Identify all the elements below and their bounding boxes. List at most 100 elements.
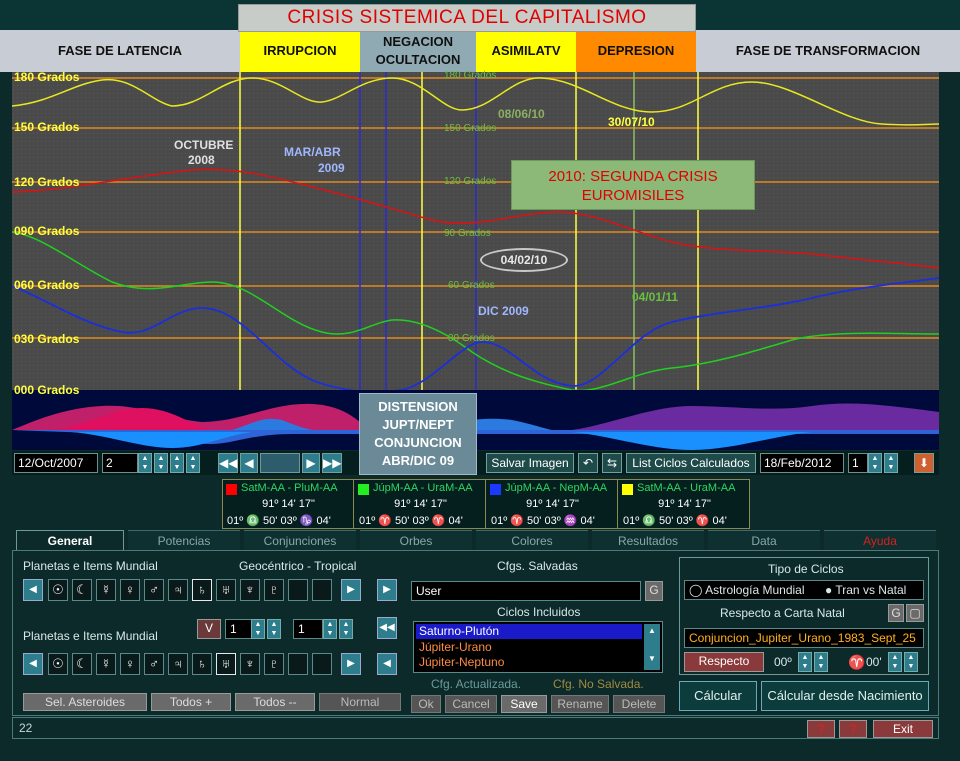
calcular-nacimiento-button[interactable]: Cálcular desde Nacimiento <box>761 681 929 711</box>
save-image-button[interactable]: Salvar Imagen <box>486 453 574 473</box>
forward-fast-icon[interactable]: ▶▶ <box>322 453 342 473</box>
radio-astrologia[interactable]: ◯ Astrología Mundial <box>689 583 805 597</box>
step-spinner-3[interactable]: ▲ ▼ <box>170 453 184 473</box>
end-date-field[interactable]: 18/Feb/2012 <box>760 453 844 473</box>
jupiter-icon[interactable]: ♃ <box>168 579 188 601</box>
exit-button[interactable]: Exit <box>873 720 933 738</box>
mercury-icon[interactable]: ☿ <box>96 579 116 601</box>
list-item[interactable]: Júpiter-Urano <box>416 640 642 655</box>
mars-icon[interactable]: ♂ <box>144 653 164 675</box>
jupiter-icon[interactable]: ♃ <box>168 653 188 675</box>
todos-minus-button[interactable]: Todos -- <box>235 693 315 711</box>
planets2-right-arrow[interactable]: ▶ <box>341 653 361 675</box>
spin1-b[interactable]: ▲ ▼ <box>267 619 281 639</box>
spin1-field[interactable]: 1 <box>225 619 253 639</box>
mercury-icon[interactable]: ☿ <box>96 653 116 675</box>
move-right-arrow[interactable]: ▶ <box>377 579 397 601</box>
tab-colores[interactable]: Colores <box>476 530 588 550</box>
step-spinner-1[interactable]: ▲ ▼ <box>138 453 152 473</box>
cfg-updated-label: Cfg. Actualizada. <box>431 677 522 691</box>
move-left-arrow[interactable]: ◀ <box>377 653 397 675</box>
start-date-field[interactable]: 12/Oct/2007 <box>14 453 98 473</box>
pluto-icon[interactable]: ♇ <box>264 653 284 675</box>
v-button[interactable]: V <box>197 619 221 639</box>
saturn-icon[interactable]: ♄ <box>192 653 212 675</box>
rewind-arrow[interactable]: ◀◀ <box>377 617 397 639</box>
list-scrollbar[interactable]: ▲ ▼ <box>644 624 660 670</box>
mars-icon[interactable]: ♂ <box>144 579 164 601</box>
window-icon[interactable]: ▢ <box>906 604 924 622</box>
list-item[interactable]: Júpiter-Neptuno <box>416 655 642 670</box>
radio-tran[interactable]: ● Tran vs Natal <box>825 583 906 597</box>
neptune-icon[interactable]: ♆ <box>240 579 260 601</box>
down-arrow-icon[interactable]: ⬇ <box>914 453 934 473</box>
cancel-button[interactable]: Cancel <box>445 695 497 713</box>
cfg-g-button[interactable]: G <box>645 581 663 601</box>
help-button-2[interactable]: ? <box>839 720 867 738</box>
cycles-listbox[interactable]: Saturno-Plutón Júpiter-Urano Júpiter-Nep… <box>413 621 663 673</box>
saturn-icon[interactable]: ♄ <box>192 579 212 601</box>
count-field[interactable]: 1 <box>848 453 868 473</box>
count-spinner-2[interactable]: ▲ ▼ <box>884 453 898 473</box>
empty-slot-icon[interactable] <box>288 653 308 675</box>
rewind-fast-icon[interactable]: ◀◀ <box>218 453 238 473</box>
sun-icon[interactable]: ☉ <box>48 653 68 675</box>
spin2-b[interactable]: ▲ ▼ <box>339 619 353 639</box>
respecto-button[interactable]: Respecto <box>684 652 764 672</box>
deg1-spin-b[interactable]: ▲ ▼ <box>814 652 828 672</box>
empty-slot-icon[interactable] <box>312 653 332 675</box>
tipo-g-button[interactable]: G <box>888 604 904 622</box>
moon-icon[interactable]: ☾ <box>72 579 92 601</box>
deg2-spin-b[interactable]: ▲ ▼ <box>904 652 918 672</box>
todos-plus-button[interactable]: Todos + <box>151 693 231 711</box>
step-field[interactable]: 2 <box>102 453 138 473</box>
moon-icon[interactable]: ☾ <box>72 653 92 675</box>
radio-astrologia-label: Astrología Mundial <box>705 583 805 597</box>
neptune-icon[interactable]: ♆ <box>240 653 260 675</box>
forward-icon[interactable]: ▶ <box>302 453 320 473</box>
undo-icon[interactable]: ↶ <box>578 453 598 473</box>
step-spinner-4[interactable]: ▲ ▼ <box>186 453 200 473</box>
list-item[interactable]: Saturno-Plutón <box>416 624 642 639</box>
tab-potencias[interactable]: Potencias <box>128 530 240 550</box>
tab-ayuda[interactable]: Ayuda <box>824 530 936 550</box>
tab-conjunciones[interactable]: Conjunciones <box>244 530 356 550</box>
deg1-spin-a[interactable]: ▲ ▼ <box>798 652 812 672</box>
uranus-icon[interactable]: ♅ <box>216 653 236 675</box>
planets-right-arrow[interactable]: ▶ <box>341 579 361 601</box>
rewind-icon[interactable]: ◀ <box>240 453 258 473</box>
uranus-icon[interactable]: ♅ <box>216 579 236 601</box>
distension-line-3: CONJUNCION <box>374 435 462 450</box>
help-button-1[interactable]: ? <box>807 720 835 738</box>
count-spinner-1[interactable]: ▲ ▼ <box>868 453 882 473</box>
empty-slot-icon[interactable] <box>288 579 308 601</box>
ok-button[interactable]: Ok <box>411 695 441 713</box>
spin2-a[interactable]: ▲ ▼ <box>323 619 337 639</box>
delete-button[interactable]: Delete <box>613 695 665 713</box>
deg2-spin-a[interactable]: ▲ ▼ <box>888 652 902 672</box>
planets-left-arrow[interactable]: ◀ <box>23 579 43 601</box>
carta-field[interactable]: Conjuncion_Jupiter_Urano_1983_Sept_25 <box>684 628 924 648</box>
rename-button[interactable]: Rename <box>551 695 609 713</box>
pluto-icon[interactable]: ♇ <box>264 579 284 601</box>
step-spinner-2[interactable]: ▲ ▼ <box>154 453 168 473</box>
calcular-button[interactable]: Cálcular <box>679 681 757 711</box>
venus-icon[interactable]: ♀ <box>120 653 140 675</box>
tab-general[interactable]: General <box>16 530 124 550</box>
venus-icon[interactable]: ♀ <box>120 579 140 601</box>
refresh-icon[interactable]: ⇆ <box>602 453 622 473</box>
sel-asteroides-button[interactable]: Sel. Asteroides <box>23 693 147 711</box>
empty-slot-icon[interactable] <box>312 579 332 601</box>
spin2-field[interactable]: 1 <box>293 619 323 639</box>
cfg-user-field[interactable]: User <box>411 581 641 601</box>
spin1-a[interactable]: ▲ ▼ <box>251 619 265 639</box>
planets2-left-arrow[interactable]: ◀ <box>23 653 43 675</box>
save-button[interactable]: Save <box>501 695 547 713</box>
tab-resultados[interactable]: Resultados <box>592 530 704 550</box>
timeline-scrollbar[interactable] <box>260 453 300 473</box>
tab-orbes[interactable]: Orbes <box>360 530 472 550</box>
sun-icon[interactable]: ☉ <box>48 579 68 601</box>
tab-data[interactable]: Data <box>708 530 820 550</box>
list-cycles-button[interactable]: List Ciclos Calculados <box>626 453 756 473</box>
normal-button[interactable]: Normal <box>319 693 401 711</box>
